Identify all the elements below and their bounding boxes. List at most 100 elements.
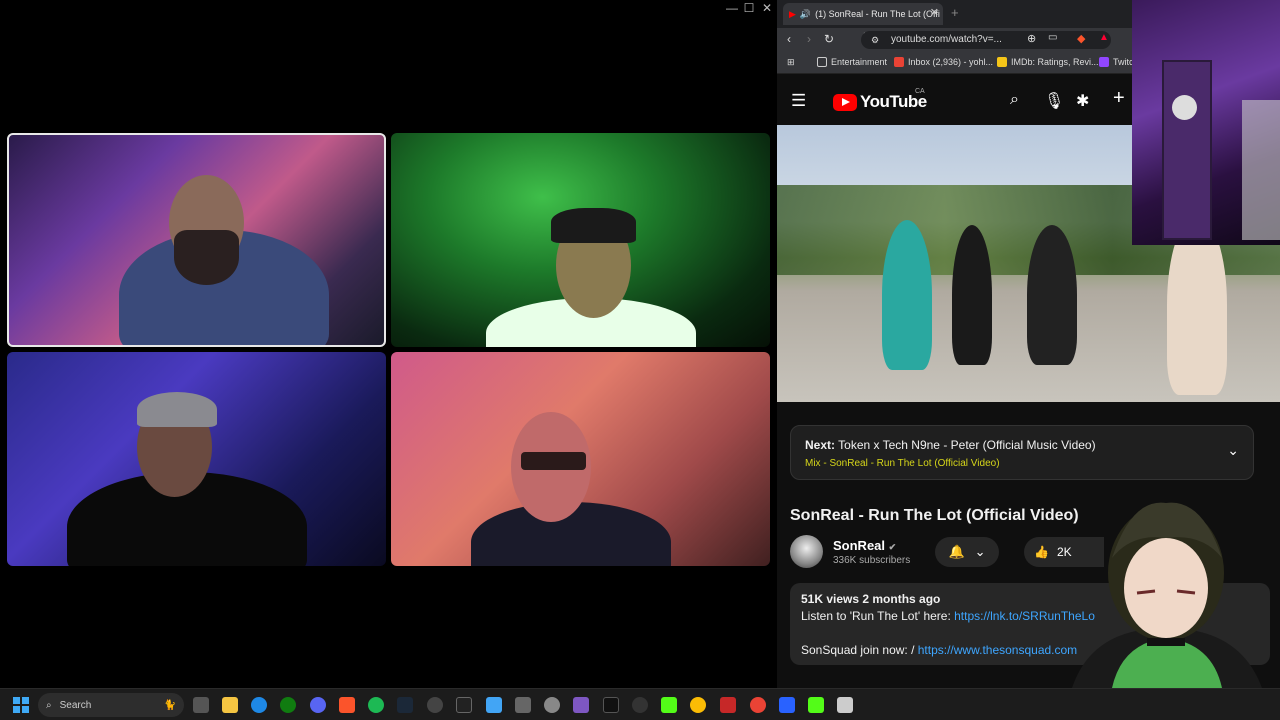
- thumbs-up-icon: 👍: [1034, 545, 1049, 559]
- verified-icon: ✔: [888, 542, 897, 552]
- bookmark-item[interactable]: IMDb: Ratings, Revi...: [997, 57, 1099, 67]
- taskbar: ⌕ Search 🐈: [0, 688, 1280, 720]
- file-explorer-icon[interactable]: [222, 697, 238, 713]
- channel-avatar[interactable]: [790, 535, 823, 568]
- tab-title: (1) SonReal - Run The Lot (Offi: [815, 9, 940, 19]
- chatgpt-icon[interactable]: [544, 697, 560, 713]
- extension-icon[interactable]: ✱: [1076, 91, 1089, 111]
- search-icon: ⌕: [46, 699, 52, 711]
- kick-icon[interactable]: [661, 697, 677, 713]
- audio-playing-icon[interactable]: 🔊: [800, 9, 811, 20]
- channel-name: SonReal: [833, 538, 886, 553]
- task-view-icon[interactable]: [193, 697, 209, 713]
- discord-icon[interactable]: [310, 697, 326, 713]
- steam-icon[interactable]: [397, 697, 413, 713]
- forward-icon[interactable]: ›: [807, 32, 811, 46]
- dancer-figure: [1027, 225, 1077, 365]
- description-text: Listen to 'Run The Lot' here:: [801, 609, 955, 623]
- reload-icon[interactable]: ↻: [824, 32, 834, 46]
- channel-name-row[interactable]: SonReal ✔: [833, 538, 896, 553]
- zoom-icon[interactable]: ⊕: [1027, 32, 1036, 45]
- close-button[interactable]: ✕: [757, 0, 777, 16]
- vscode-icon[interactable]: [779, 697, 795, 713]
- chrome-icon[interactable]: [690, 697, 706, 713]
- vtuber-avatar-overlay: [1052, 478, 1280, 688]
- up-next-card[interactable]: Next: Token x Tech N9ne - Peter (Officia…: [790, 425, 1254, 480]
- bell-icon: 🔔: [948, 544, 965, 559]
- twitch-icon: [1099, 57, 1109, 67]
- back-icon[interactable]: ‹: [787, 32, 791, 46]
- search-label: Search: [59, 699, 92, 711]
- participant-video-tile[interactable]: [391, 133, 770, 347]
- up-next-label: Next:: [805, 438, 836, 452]
- edge-icon[interactable]: [251, 697, 267, 713]
- subscriber-count: 336K subscribers: [833, 555, 911, 566]
- description-text: SonSquad join now: /: [801, 643, 918, 657]
- site-info-icon[interactable]: ⚙: [871, 31, 879, 49]
- chevron-down-icon: ⌄: [974, 544, 986, 559]
- participant-video-tile[interactable]: [391, 352, 770, 566]
- dancer-figure: [882, 220, 932, 370]
- tab-close-icon[interactable]: ✕: [930, 6, 939, 19]
- browser-tab[interactable]: ▶ 🔊 (1) SonReal - Run The Lot (Offi ✕: [783, 3, 943, 25]
- hamburger-menu-icon[interactable]: ☰: [791, 91, 806, 111]
- bookmark-label: Inbox (2,936) - yohl...: [908, 57, 994, 67]
- brave-icon[interactable]: [339, 697, 355, 713]
- clapper-icon[interactable]: [573, 697, 589, 713]
- participant-video-tile[interactable]: [7, 133, 386, 347]
- bookmark-item[interactable]: Entertainment: [817, 57, 887, 67]
- imdb-icon: [997, 57, 1007, 67]
- up-next-subtitle: Mix - SonReal - Run The Lot (Official Vi…: [805, 458, 1000, 469]
- spotify-icon[interactable]: [368, 697, 384, 713]
- steelseries-icon[interactable]: [632, 697, 648, 713]
- cap: [137, 392, 217, 427]
- address-text: youtube.com/watch?v=...: [891, 34, 1002, 45]
- bookmark-label: IMDb: Ratings, Revi...: [1011, 57, 1099, 67]
- epic-games-icon[interactable]: [456, 697, 472, 713]
- country-code: CA: [915, 88, 925, 95]
- kick-studio-icon[interactable]: [808, 697, 824, 713]
- bookmark-item[interactable]: Twitc: [1099, 57, 1134, 67]
- folder-icon: [817, 57, 827, 67]
- vtuber-avatar-image: [1072, 502, 1262, 688]
- cast-icon[interactable]: ▭: [1048, 32, 1057, 43]
- youtube-logo[interactable]: YouTube: [833, 92, 927, 112]
- chevron-down-icon[interactable]: ⌄: [1227, 442, 1239, 459]
- youtube-wordmark: YouTube: [860, 92, 927, 111]
- bandana: [551, 208, 636, 243]
- notepad-icon[interactable]: [486, 697, 502, 713]
- new-tab-button[interactable]: +: [951, 5, 959, 20]
- room-webcam-overlay: [1132, 0, 1280, 245]
- streamlabs-icon[interactable]: [720, 697, 736, 713]
- beard: [174, 230, 239, 285]
- brave-rewards-icon[interactable]: ▲: [1099, 32, 1109, 43]
- monitor: [1242, 100, 1280, 240]
- glasses: [521, 452, 586, 470]
- xbox-icon[interactable]: [280, 697, 296, 713]
- create-icon[interactable]: +: [1113, 87, 1125, 110]
- notification-button[interactable]: 🔔 ⌄: [935, 537, 999, 567]
- brave-shield-icon[interactable]: ◆: [1077, 32, 1085, 45]
- bookmark-item[interactable]: Inbox (2,936) - yohl...: [894, 57, 993, 67]
- chrome-active-icon[interactable]: [750, 697, 766, 713]
- video-call-window: — ☐ ✕: [0, 0, 777, 688]
- youtube-favicon-icon: ▶: [789, 8, 796, 19]
- address-bar[interactable]: ⚙ youtube.com/watch?v=...: [861, 31, 1111, 49]
- search-icon[interactable]: ⌕: [1010, 91, 1019, 109]
- obs-icon[interactable]: [427, 697, 443, 713]
- taskbar-search[interactable]: ⌕ Search 🐈: [38, 693, 184, 717]
- lamp: [1172, 95, 1197, 120]
- window-icon[interactable]: [837, 697, 853, 713]
- video-title: SonReal - Run The Lot (Official Video): [790, 507, 1079, 524]
- terminal-icon[interactable]: [603, 697, 619, 713]
- bookmark-label: Twitc: [1113, 57, 1134, 67]
- shelf: [1162, 60, 1212, 240]
- participant-video-tile[interactable]: [7, 352, 386, 566]
- maximize-button[interactable]: ☐: [739, 0, 759, 16]
- calculator-icon[interactable]: [515, 697, 531, 713]
- start-button[interactable]: [13, 697, 29, 713]
- up-next-video-title: Token x Tech N9ne - Peter (Official Musi…: [838, 438, 1096, 452]
- microphone-icon[interactable]: 🎙: [1044, 91, 1064, 111]
- gmail-icon: [894, 57, 904, 67]
- apps-icon[interactable]: ⊞: [787, 57, 795, 68]
